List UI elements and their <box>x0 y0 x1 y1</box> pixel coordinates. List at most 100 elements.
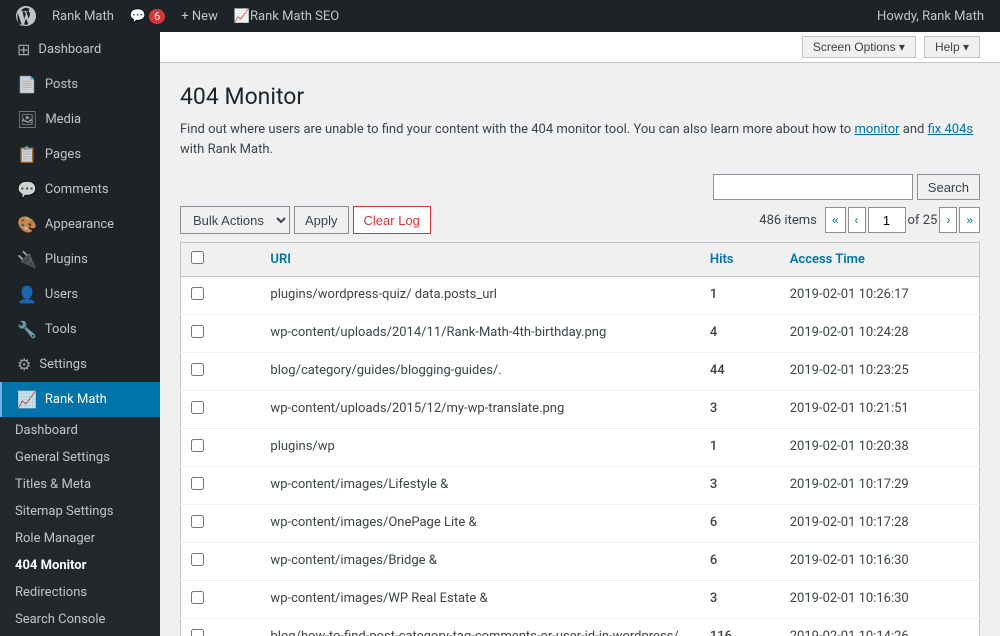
fix404s-link[interactable]: fix 404s <box>928 122 974 137</box>
search-button-label: Search <box>928 180 969 195</box>
rm-404-label: 404 Monitor <box>15 558 86 573</box>
row-checkbox[interactable] <box>191 591 204 604</box>
sidebar-item-comments[interactable]: 💬 Comments <box>0 172 160 207</box>
screen-options-button[interactable]: Screen Options ▾ <box>802 36 916 58</box>
rm-submenu-general[interactable]: General Settings <box>0 444 160 471</box>
sidebar-item-dashboard[interactable]: ⊞ Dashboard <box>0 32 160 67</box>
row-uri: wp-content/images/Bridge & <box>260 543 699 581</box>
description-end: with Rank Math. <box>180 142 273 157</box>
rm-submenu-404[interactable]: 404 Monitor <box>0 552 160 579</box>
rm-submenu-dashboard[interactable]: Dashboard <box>0 417 160 444</box>
wp-logo[interactable] <box>8 6 44 26</box>
clear-log-button[interactable]: Clear Log <box>353 206 431 234</box>
select-all-checkbox[interactable] <box>191 251 204 264</box>
row-checkbox[interactable] <box>191 401 204 414</box>
site-name-link[interactable]: Rank Math <box>44 0 122 32</box>
prev-page-button[interactable]: ‹ <box>848 207 866 233</box>
search-button[interactable]: Search <box>917 174 980 200</box>
sidebar-item-settings[interactable]: ⚙ Settings <box>0 347 160 382</box>
new-content-link[interactable]: + New <box>173 0 226 32</box>
sidebar-item-rank-math[interactable]: 📈 Rank Math <box>0 382 160 417</box>
rm-submenu-role[interactable]: Role Manager <box>0 525 160 552</box>
comments-link[interactable]: 💬 6 <box>122 0 173 32</box>
row-access-time: 2019-02-01 10:26:17 <box>780 277 980 315</box>
sidebar-item-label: Media <box>45 112 81 127</box>
sidebar-item-users[interactable]: 👤 Users <box>0 277 160 312</box>
page-title: 404 Monitor <box>180 83 980 110</box>
th-hits-label: Hits <box>710 252 734 267</box>
dashboard-icon: ⊞ <box>17 40 30 59</box>
row-checkbox-cell <box>181 619 261 636</box>
current-page-input[interactable] <box>868 207 906 233</box>
help-button[interactable]: Help ▾ <box>924 36 980 58</box>
plugin-link[interactable]: 📈 Rank Math SEO <box>226 0 347 32</box>
table-row: plugins/wp 1 2019-02-01 10:20:38 <box>181 429 980 467</box>
sidebar-item-tools[interactable]: 🔧 Tools <box>0 312 160 347</box>
rank-math-submenu: Dashboard General Settings Titles & Meta… <box>0 417 160 636</box>
row-hits: 1 <box>700 429 780 467</box>
th-hits[interactable]: Hits <box>700 243 780 277</box>
sidebar-item-label: Tools <box>45 322 77 337</box>
table-row: wp-content/images/Lifestyle & 3 2019-02-… <box>181 467 980 505</box>
row-checkbox[interactable] <box>191 439 204 452</box>
next-page-button[interactable]: › <box>939 207 957 233</box>
screen-options-label: Screen Options ▾ <box>813 40 905 54</box>
row-uri: plugins/wordpress-quiz/ data.posts_url <box>260 277 699 315</box>
row-access-time: 2019-02-01 10:20:38 <box>780 429 980 467</box>
plugin-name-text: Rank Math SEO <box>250 9 339 24</box>
row-checkbox-cell <box>181 429 261 467</box>
row-access-time: 2019-02-01 10:17:28 <box>780 505 980 543</box>
howdy-link[interactable]: Howdy, Rank Math <box>869 0 992 32</box>
row-hits: 1 <box>700 277 780 315</box>
description-text: Find out where users are unable to find … <box>180 122 854 137</box>
th-uri[interactable]: URI <box>260 243 699 277</box>
bulk-actions-select[interactable]: Bulk Actions <box>180 206 290 234</box>
row-hits: 3 <box>700 581 780 619</box>
search-input[interactable] <box>713 174 913 200</box>
table-row: wp-content/images/WP Real Estate & 3 201… <box>181 581 980 619</box>
table-row: wp-content/images/Bridge & 6 2019-02-01 … <box>181 543 980 581</box>
rm-submenu-sitemap[interactable]: Sitemap Settings <box>0 498 160 525</box>
sidebar-item-appearance[interactable]: 🎨 Appearance <box>0 207 160 242</box>
row-checkbox-cell <box>181 543 261 581</box>
row-hits: 6 <box>700 543 780 581</box>
row-checkbox[interactable] <box>191 553 204 566</box>
appearance-icon: 🎨 <box>17 215 37 234</box>
last-page-button[interactable]: » <box>959 207 980 233</box>
rm-sitemap-label: Sitemap Settings <box>15 504 114 519</box>
row-checkbox[interactable] <box>191 629 204 636</box>
rm-submenu-search-console[interactable]: Search Console <box>0 606 160 633</box>
row-checkbox[interactable] <box>191 515 204 528</box>
sidebar-item-media[interactable]: 🖼 Media <box>0 102 160 137</box>
row-checkbox[interactable] <box>191 477 204 490</box>
row-checkbox-cell <box>181 277 261 315</box>
rm-general-label: General Settings <box>15 450 110 465</box>
th-access-time[interactable]: Access Time <box>780 243 980 277</box>
th-access-time-label: Access Time <box>790 252 865 267</box>
comments-icon: 💬 <box>130 9 146 24</box>
row-hits: 44 <box>700 353 780 391</box>
monitor-link[interactable]: monitor <box>854 122 899 137</box>
sidebar-item-posts[interactable]: 📄 Posts <box>0 67 160 102</box>
row-checkbox[interactable] <box>191 325 204 338</box>
sidebar-item-pages[interactable]: 📋 Pages <box>0 137 160 172</box>
sidebar-item-plugins[interactable]: 🔌 Plugins <box>0 242 160 277</box>
comments-menu-icon: 💬 <box>17 180 37 199</box>
page-description: Find out where users are unable to find … <box>180 120 980 159</box>
apply-button[interactable]: Apply <box>294 206 349 234</box>
items-count: 486 items <box>759 213 817 228</box>
first-page-button[interactable]: « <box>825 207 846 233</box>
clear-log-label: Clear Log <box>364 213 420 228</box>
help-label: Help ▾ <box>935 40 969 54</box>
sidebar-item-label: Pages <box>45 147 81 162</box>
row-hits: 6 <box>700 505 780 543</box>
description-and: and <box>903 122 928 137</box>
apply-label: Apply <box>305 213 338 228</box>
row-uri: wp-content/uploads/2014/11/Rank-Math-4th… <box>260 315 699 353</box>
rm-submenu-titles[interactable]: Titles & Meta <box>0 471 160 498</box>
row-checkbox[interactable] <box>191 363 204 376</box>
sidebar-item-label: Rank Math <box>45 392 107 407</box>
rm-submenu-redirections[interactable]: Redirections <box>0 579 160 606</box>
row-checkbox[interactable] <box>191 287 204 300</box>
admin-bar: Rank Math 💬 6 + New 📈 Rank Math SEO Howd… <box>0 0 1000 32</box>
